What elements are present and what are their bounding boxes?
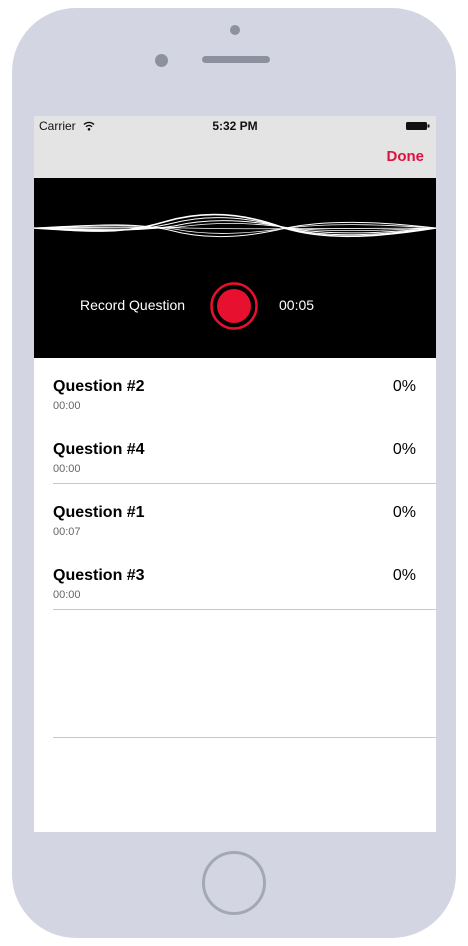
question-duration: 00:07: [53, 526, 81, 538]
app-screen: Carrier 5:32 PM Done Record Question 00:…: [34, 116, 436, 832]
waveform-visualizer: [34, 213, 436, 238]
record-timer: 00:05: [279, 297, 315, 313]
status-bar: Carrier 5:32 PM: [34, 116, 436, 136]
earpiece-speaker: [202, 56, 270, 63]
battery-icon: [406, 122, 430, 130]
question-title: Question #4: [53, 441, 145, 458]
question-duration: 00:00: [53, 589, 81, 601]
question-percent: 0%: [392, 378, 416, 395]
question-list: Question #2 00:00 0% Question #4 00:00 0…: [34, 358, 436, 610]
question-title: Question #1: [53, 504, 145, 521]
question-percent: 0%: [392, 567, 416, 584]
question-title: Question #3: [53, 567, 145, 584]
question-percent: 0%: [392, 441, 416, 458]
question-row[interactable]: Question #2 00:00 0%: [34, 358, 436, 421]
front-sensor: [230, 25, 240, 35]
question-row[interactable]: Question #1 00:07 0%: [34, 484, 436, 547]
question-percent: 0%: [392, 504, 416, 521]
front-camera: [155, 54, 168, 67]
question-duration: 00:00: [53, 463, 81, 475]
row-divider: [53, 609, 436, 610]
question-row[interactable]: Question #4 00:00 0%: [34, 421, 436, 484]
list-bottom-divider: [53, 737, 436, 738]
navigation-bar: Done: [34, 136, 436, 178]
record-button[interactable]: [210, 282, 258, 330]
done-button[interactable]: Done: [387, 148, 425, 165]
question-title: Question #2: [53, 378, 145, 395]
recorder-panel: Record Question 00:05: [34, 178, 436, 358]
record-question-label: Record Question: [80, 297, 186, 313]
question-duration: 00:00: [53, 400, 81, 412]
question-row[interactable]: Question #3 00:00 0%: [34, 547, 436, 610]
home-button[interactable]: [202, 851, 266, 915]
status-time: 5:32 PM: [212, 119, 258, 133]
